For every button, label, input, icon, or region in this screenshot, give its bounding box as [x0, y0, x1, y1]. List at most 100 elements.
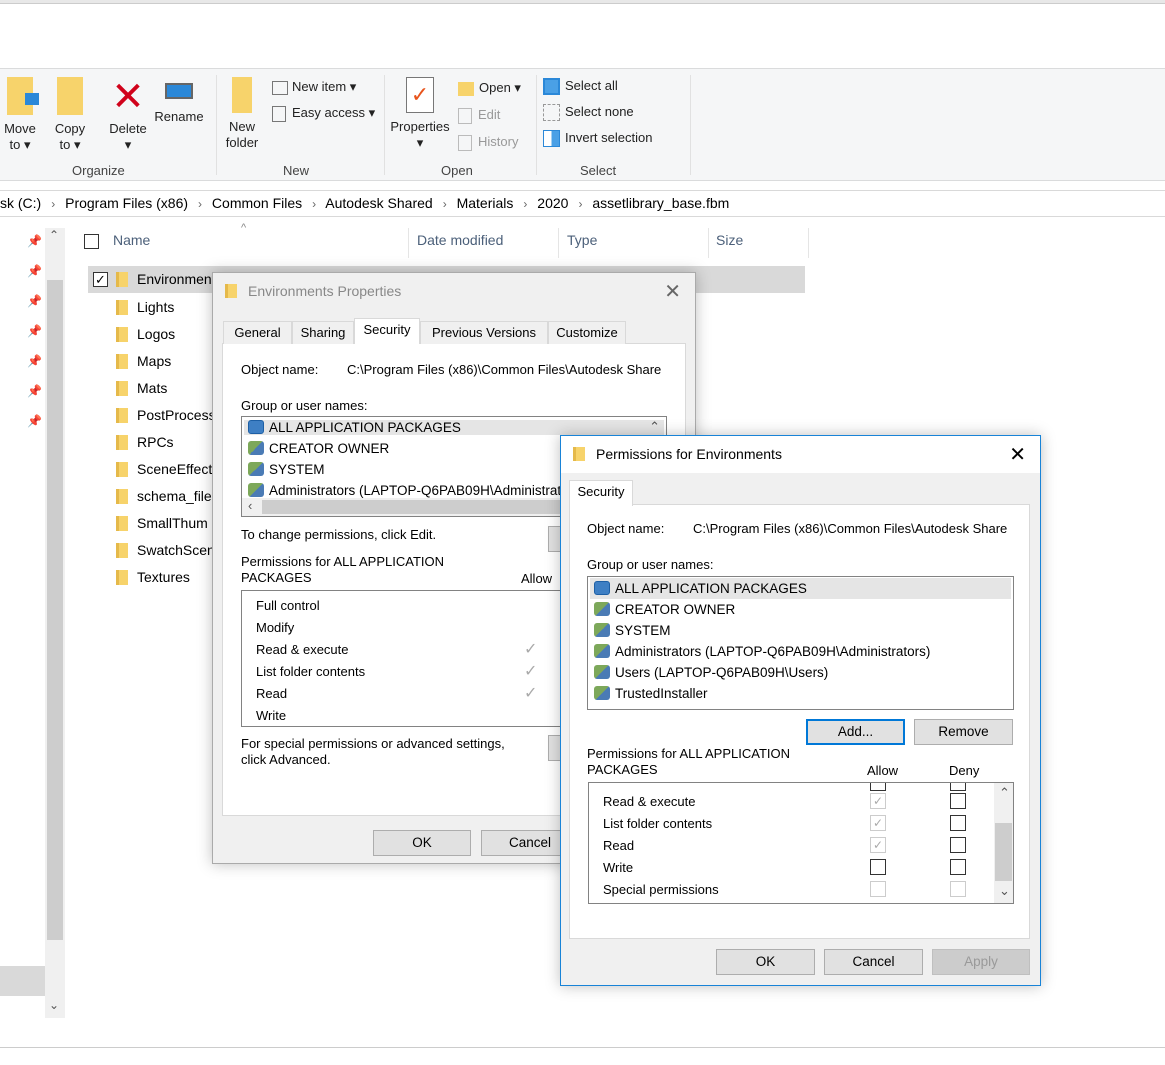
group-item[interactable]: TrustedInstaller: [594, 686, 708, 701]
scroll-thumb[interactable]: [47, 280, 63, 940]
select-all-checkbox[interactable]: [84, 234, 99, 249]
pin-icon[interactable]: 📌: [27, 294, 42, 308]
scroll-up-icon[interactable]: ⌃: [49, 228, 59, 242]
column-date-modified[interactable]: Date modified: [417, 232, 503, 248]
deny-checkbox[interactable]: [950, 793, 966, 809]
perm-read-execute: Read & execute: [256, 642, 349, 657]
breadcrumb-item[interactable]: Common Files: [212, 195, 302, 211]
pin-icon[interactable]: 📌: [27, 354, 42, 368]
breadcrumb-item[interactable]: 2020: [537, 195, 568, 211]
group-item[interactable]: Administrators (LAPTOP-Q6PAB09H\Administ…: [248, 483, 569, 498]
select-none-button[interactable]: Select none: [543, 104, 634, 122]
scroll-down-icon[interactable]: ⌄: [999, 883, 1010, 899]
allow-checkbox[interactable]: ✓: [870, 815, 886, 831]
column-divider[interactable]: [708, 228, 709, 258]
column-divider[interactable]: [558, 228, 559, 258]
breadcrumb-item[interactable]: assetlibrary_base.fbm: [592, 195, 729, 211]
open-button[interactable]: Open ▾: [458, 80, 521, 96]
group-list[interactable]: ALL APPLICATION PACKAGES CREATOR OWNER S…: [587, 576, 1014, 710]
group-item[interactable]: Users (LAPTOP-Q6PAB09H\Users): [594, 665, 828, 680]
pin-icon[interactable]: 📌: [27, 324, 42, 338]
group-item[interactable]: CREATOR OWNER: [594, 602, 735, 617]
vertical-scrollbar[interactable]: ⌃ ⌄: [994, 783, 1013, 903]
pin-icon[interactable]: 📌: [27, 264, 42, 278]
nav-scrollbar[interactable]: ⌃ ⌄: [45, 228, 65, 1018]
deny-checkbox[interactable]: [950, 837, 966, 853]
close-icon[interactable]: ✕: [1009, 442, 1026, 467]
ok-button[interactable]: OK: [716, 949, 815, 975]
new-folder-button[interactable]: New folder: [222, 77, 262, 151]
breadcrumb-item[interactable]: Program Files (x86): [65, 195, 188, 211]
column-divider[interactable]: [808, 228, 809, 258]
users-icon: [594, 623, 610, 637]
group-item[interactable]: SYSTEM: [594, 623, 671, 638]
group-item[interactable]: ALL APPLICATION PACKAGES: [244, 420, 664, 435]
tab-previous-versions[interactable]: Previous Versions: [420, 321, 548, 344]
allow-checkbox[interactable]: ✓: [870, 837, 886, 853]
add-button[interactable]: Add...: [806, 719, 905, 745]
remove-button[interactable]: Remove: [914, 719, 1013, 745]
deny-checkbox[interactable]: [950, 881, 966, 897]
move-to-button[interactable]: Move to ▾: [2, 77, 39, 153]
breadcrumb-item[interactable]: Autodesk Shared: [325, 195, 432, 211]
column-type[interactable]: Type: [567, 232, 597, 248]
scroll-up-icon[interactable]: ⌃: [649, 419, 660, 435]
allow-checkbox[interactable]: [870, 859, 886, 875]
tab-security[interactable]: Security: [354, 318, 420, 344]
tab-security[interactable]: Security: [569, 480, 633, 506]
scroll-thumb[interactable]: [262, 500, 562, 514]
chevron-right-icon[interactable]: ›: [578, 197, 582, 211]
group-item[interactable]: Administrators (LAPTOP-Q6PAB09H\Administ…: [594, 644, 930, 659]
easy-access-button[interactable]: Easy access ▾: [272, 105, 375, 122]
pin-icon[interactable]: 📌: [27, 384, 42, 398]
column-name[interactable]: Name: [113, 232, 150, 248]
scroll-left-icon[interactable]: ‹: [248, 498, 252, 513]
file-name: Maps: [137, 353, 172, 369]
delete-button[interactable]: ✕ Delete ▾: [106, 77, 150, 153]
pin-icon[interactable]: 📌: [27, 414, 42, 428]
properties-button[interactable]: ✓ Properties ▾: [388, 77, 452, 151]
group-item[interactable]: ALL APPLICATION PACKAGES: [590, 578, 1011, 599]
scroll-down-icon[interactable]: ⌄: [49, 998, 59, 1012]
file-name: Environments: [137, 271, 223, 287]
apply-button[interactable]: Apply: [932, 949, 1030, 975]
breadcrumb-item[interactable]: sk (C:): [0, 195, 41, 211]
edit-button[interactable]: Edit: [458, 107, 500, 124]
chevron-right-icon[interactable]: ›: [312, 197, 316, 211]
history-button[interactable]: History: [458, 134, 518, 151]
chevron-right-icon[interactable]: ›: [51, 197, 55, 211]
chevron-right-icon[interactable]: ›: [523, 197, 527, 211]
file-name: RPCs: [137, 434, 174, 450]
tab-sharing[interactable]: Sharing: [292, 321, 354, 344]
tab-customize[interactable]: Customize: [548, 321, 626, 344]
nav-selected-item[interactable]: [0, 966, 45, 996]
close-icon[interactable]: ✕: [664, 279, 681, 304]
open-group-label: Open: [441, 163, 473, 178]
ok-button[interactable]: OK: [373, 830, 471, 856]
invert-selection-button[interactable]: Invert selection: [543, 130, 652, 148]
group-item[interactable]: CREATOR OWNER: [248, 441, 389, 456]
pin-icon[interactable]: 📌: [27, 234, 42, 248]
column-divider[interactable]: [408, 228, 409, 258]
allow-checkbox[interactable]: [870, 783, 886, 791]
folder-icon: [573, 447, 585, 461]
group-item[interactable]: SYSTEM: [248, 462, 325, 477]
new-item-button[interactable]: New item ▾: [272, 79, 356, 95]
breadcrumb-item[interactable]: Materials: [457, 195, 514, 211]
scroll-up-icon[interactable]: ⌃: [999, 785, 1010, 801]
rename-button[interactable]: Rename: [154, 77, 204, 125]
row-checkbox[interactable]: ✓: [93, 272, 108, 287]
allow-checkbox[interactable]: ✓: [870, 793, 886, 809]
column-size[interactable]: Size: [716, 232, 743, 248]
copy-to-button[interactable]: Copy to ▾: [52, 77, 88, 153]
scroll-thumb[interactable]: [995, 823, 1012, 881]
allow-checkbox[interactable]: [870, 881, 886, 897]
chevron-right-icon[interactable]: ›: [443, 197, 447, 211]
chevron-right-icon[interactable]: ›: [198, 197, 202, 211]
cancel-button[interactable]: Cancel: [824, 949, 923, 975]
deny-checkbox[interactable]: [950, 783, 966, 791]
deny-checkbox[interactable]: [950, 815, 966, 831]
select-all-button[interactable]: Select all: [543, 78, 618, 96]
tab-general[interactable]: General: [223, 321, 292, 344]
deny-checkbox[interactable]: [950, 859, 966, 875]
